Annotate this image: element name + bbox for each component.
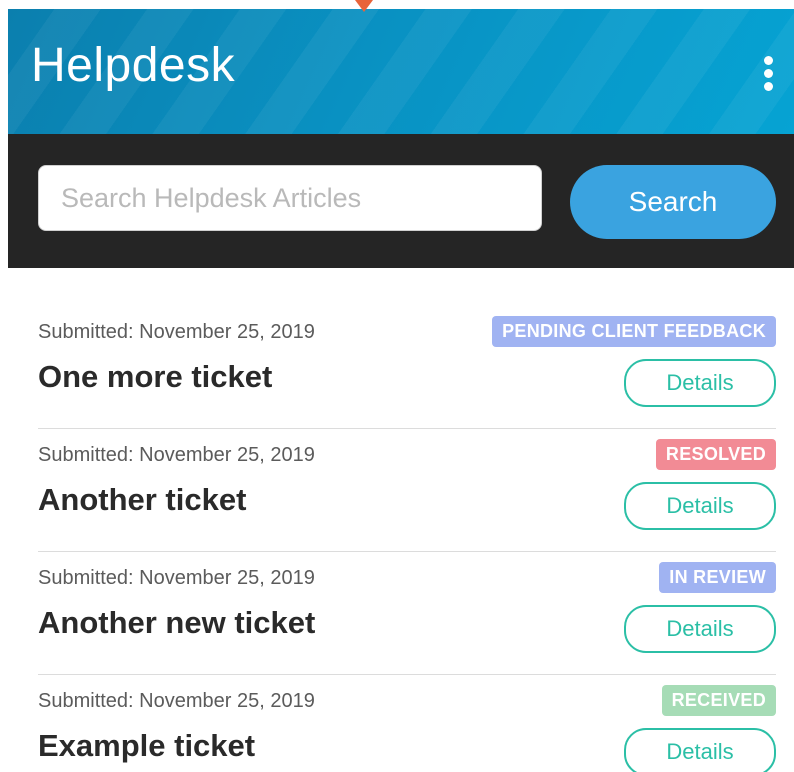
top-pointer	[355, 0, 373, 12]
submitted-date: Submitted: November 25, 2019	[38, 444, 315, 466]
kebab-dot	[763, 69, 773, 78]
ticket-title: Another ticket	[38, 482, 247, 517]
search-button[interactable]: Search	[570, 165, 776, 239]
ticket-title: Example ticket	[38, 728, 256, 763]
kebab-menu-icon[interactable]	[760, 56, 776, 96]
details-button[interactable]: Details	[624, 728, 776, 772]
status-badge: IN REVIEW	[659, 562, 776, 593]
submitted-date: Submitted: November 25, 2019	[38, 567, 315, 589]
submitted-date: Submitted: November 25, 2019	[38, 321, 315, 343]
app-header: Helpdesk	[8, 9, 794, 134]
search-bar: Search	[8, 134, 794, 268]
ticket-row: Submitted: November 25, 2019 One more ti…	[38, 306, 776, 429]
ticket-title: One more ticket	[38, 359, 273, 394]
status-badge: RESOLVED	[655, 439, 776, 470]
ticket-row: Submitted: November 25, 2019 Another tic…	[38, 429, 776, 552]
status-badge: RECEIVED	[661, 685, 776, 716]
kebab-dot	[763, 82, 773, 91]
page-title: Helpdesk	[31, 39, 236, 92]
ticket-row: Submitted: November 25, 2019 Example tic…	[38, 675, 776, 772]
details-button[interactable]: Details	[624, 482, 776, 530]
search-input[interactable]	[38, 165, 542, 231]
ticket-list: Submitted: November 25, 2019 One more ti…	[38, 268, 776, 772]
ticket-row: Submitted: November 25, 2019 Another new…	[38, 552, 776, 675]
details-button[interactable]: Details	[624, 605, 776, 653]
details-button[interactable]: Details	[624, 359, 776, 407]
submitted-date: Submitted: November 25, 2019	[38, 690, 315, 712]
kebab-dot	[763, 56, 773, 65]
status-badge: PENDING CLIENT FEEDBACK	[492, 316, 776, 347]
helpdesk-app: Helpdesk Search Submitted: November 25, …	[8, 9, 794, 772]
ticket-title: Another new ticket	[38, 605, 316, 640]
